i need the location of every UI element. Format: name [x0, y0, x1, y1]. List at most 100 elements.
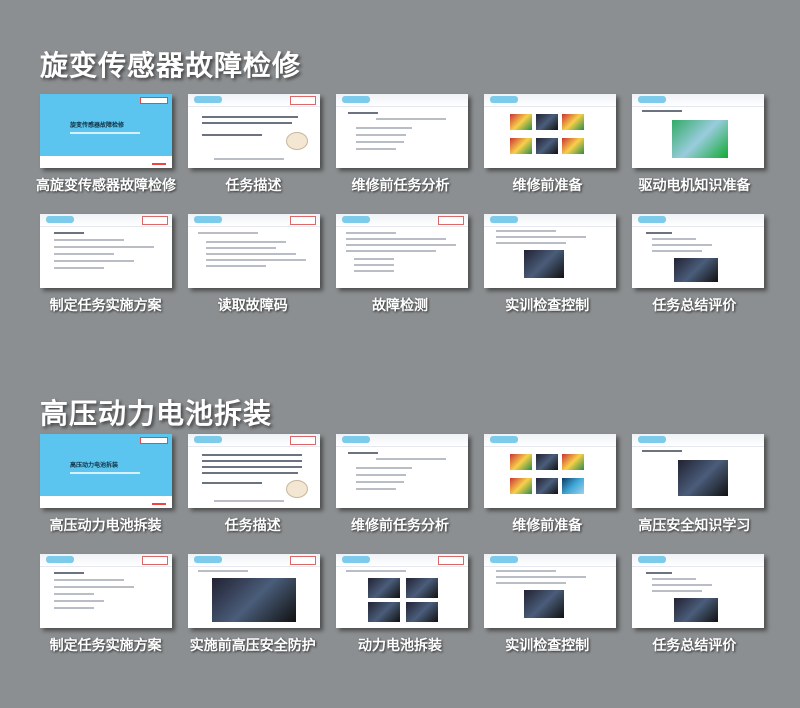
slide-header — [484, 214, 616, 227]
section-badge — [638, 96, 666, 103]
section-badge — [342, 436, 370, 443]
brand-logo — [290, 96, 316, 105]
section-badge — [638, 436, 666, 443]
photo — [562, 478, 584, 494]
slide-caption: 实训检查控制 — [505, 638, 590, 654]
slide-caption: 任务描述 — [224, 518, 281, 534]
brand-logo — [290, 216, 316, 225]
slide-grid-battery: 高压动力电池拆装 高压动力电池拆装 任务描述 维修前任务分析 维修前准备 高压安… — [40, 434, 764, 674]
slide-thumbnail-cover[interactable]: 高压动力电池拆装 — [40, 434, 172, 508]
slide-thumbnail-task-analysis[interactable] — [336, 434, 468, 508]
slide-thumbnail-task-analysis[interactable] — [336, 94, 468, 168]
section-badge — [46, 556, 74, 563]
slide-caption: 高压安全知识学习 — [638, 518, 751, 534]
section-badge — [342, 96, 370, 103]
slide-caption: 任务总结评价 — [652, 638, 737, 654]
section-title-battery: 高压动力电池拆装 — [40, 397, 273, 430]
photo — [510, 454, 532, 470]
brand-logo — [290, 556, 316, 565]
caption-row: 制定任务实施方案 读取故障码 故障检测 实训检查控制 任务总结评价 — [40, 296, 760, 334]
slide-thumbnail-plan[interactable] — [40, 214, 172, 288]
slide-row — [40, 214, 764, 288]
slide-thumbnail-preparation[interactable] — [484, 94, 616, 168]
slide-caption: 高旋变传感器故障检修 — [36, 178, 176, 194]
brand-logo — [142, 216, 168, 225]
slide-header — [632, 214, 764, 227]
slide-caption: 驱动电机知识准备 — [638, 178, 751, 194]
section-badge — [638, 216, 666, 223]
brand-logo — [290, 436, 316, 445]
slide-thumbnail-preparation[interactable] — [484, 434, 616, 508]
slide-thumbnail-summary[interactable] — [632, 214, 764, 288]
slide-header — [484, 434, 616, 447]
slide-caption: 故障检测 — [372, 298, 428, 314]
mascot-icon — [286, 132, 308, 150]
mascot-icon — [286, 480, 308, 498]
slide-header — [484, 94, 616, 107]
section-badge — [194, 216, 222, 223]
slide-thumbnail-task-description[interactable] — [188, 94, 320, 168]
slide-row — [40, 554, 764, 628]
section-badge — [638, 556, 666, 563]
cover-title: 旋变传感器故障检修 — [70, 122, 125, 129]
caption-row: 制定任务实施方案 实施前高压安全防护 动力电池拆装 实训检查控制 任务总结评价 — [40, 636, 760, 674]
photo — [368, 602, 400, 622]
slide-thumbnail-plan[interactable] — [40, 554, 172, 628]
section-badge — [490, 216, 518, 223]
slide-header — [188, 434, 320, 447]
slide-thumbnail-hv-safety[interactable] — [632, 434, 764, 508]
slide-header — [188, 554, 320, 567]
section-badge — [194, 436, 222, 443]
slide-caption: 维修前准备 — [512, 178, 583, 194]
slide-header — [632, 554, 764, 567]
slide-caption: 任务描述 — [225, 178, 282, 194]
photo — [562, 114, 584, 130]
photo — [510, 138, 532, 154]
section-badge — [46, 216, 74, 223]
slide-thumbnail-summary[interactable] — [632, 554, 764, 628]
battery-photo — [678, 460, 728, 496]
slide-thumbnail-battery-removal[interactable] — [336, 554, 468, 628]
section-badge — [490, 436, 518, 443]
slide-caption: 实训检查控制 — [505, 298, 590, 314]
slide-thumbnail-inspection[interactable] — [484, 214, 616, 288]
slide-thumbnail-cover[interactable]: 旋变传感器故障检修 — [40, 94, 172, 168]
photo — [406, 602, 438, 622]
section-badge — [342, 216, 370, 223]
section-title-resolver: 旋变传感器故障检修 — [40, 49, 302, 82]
slide-grid-resolver: 旋变传感器故障检修 高旋变传感器故障检修 任务描述 维修前任务分析 维修前准备 … — [36, 94, 764, 334]
brand-logo — [140, 437, 168, 444]
caption-row: 高旋变传感器故障检修 任务描述 维修前任务分析 维修前准备 驱动电机知识准备 — [36, 176, 760, 214]
section-badge — [194, 556, 222, 563]
photo — [536, 138, 558, 154]
slide-thumbnail-inspection[interactable] — [484, 554, 616, 628]
slide-caption: 维修前准备 — [512, 518, 583, 534]
classroom-photo — [524, 590, 564, 618]
cover-footer-mark — [152, 163, 166, 165]
slide-thumbnail-fault-test[interactable] — [336, 214, 468, 288]
slide-thumbnail-motor-knowledge[interactable] — [632, 94, 764, 168]
slide-header — [336, 554, 468, 567]
slide-caption: 制定任务实施方案 — [49, 638, 162, 654]
section-badge — [490, 96, 518, 103]
cover-subtitle-line — [70, 132, 140, 134]
slide-caption: 维修前任务分析 — [351, 518, 449, 534]
slide-thumbnail-read-codes[interactable] — [188, 214, 320, 288]
motor-diagram — [672, 120, 728, 158]
slide-caption: 高压动力电池拆装 — [49, 518, 162, 534]
slide-thumbnail-task-description[interactable] — [188, 434, 320, 508]
brand-logo — [142, 556, 168, 565]
section-badge — [490, 556, 518, 563]
slide-caption: 维修前任务分析 — [351, 178, 450, 194]
caption-row: 高压动力电池拆装 任务描述 维修前任务分析 维修前准备 高压安全知识学习 — [40, 516, 760, 554]
slide-caption: 读取故障码 — [217, 298, 288, 314]
slide-header — [632, 434, 764, 447]
vehicle-photo — [212, 578, 296, 622]
slide-thumbnail-hv-protection[interactable] — [188, 554, 320, 628]
brand-logo — [438, 556, 464, 565]
cover-subtitle-line — [70, 472, 140, 474]
photo — [510, 478, 532, 494]
cover-footer-mark — [152, 503, 166, 505]
section-badge — [342, 556, 370, 563]
classroom-photo — [524, 250, 564, 278]
